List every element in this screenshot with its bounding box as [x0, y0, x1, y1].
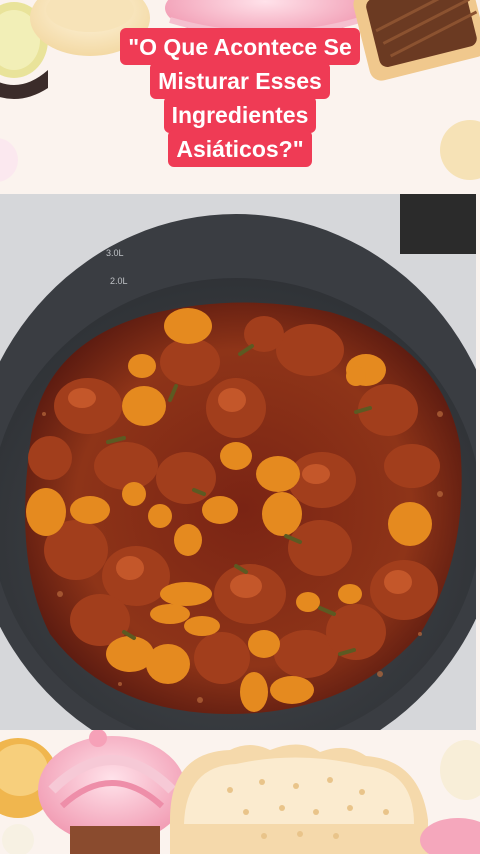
pink-cupcake-icon [38, 729, 186, 854]
video-frame[interactable]: 3.0L 2.0L [0, 194, 476, 730]
pan-with-braised-meat-image: 3.0L 2.0L [0, 194, 476, 730]
caption-line: Ingredientes [163, 96, 317, 133]
sprinkle-icon [2, 824, 34, 854]
cream-puff-icon [420, 740, 480, 854]
caption-line: Misturar Esses [150, 62, 330, 99]
video-caption: "O Que Acontece Se Misturar Esses Ingred… [0, 28, 480, 167]
caption-line: Asiáticos?" [168, 130, 312, 167]
caption-line: "O Que Acontece Se [120, 28, 360, 65]
pan-marking: 2.0L [110, 276, 128, 286]
biscuit-icon [170, 744, 428, 854]
pan-marking: 3.0L [106, 248, 124, 258]
